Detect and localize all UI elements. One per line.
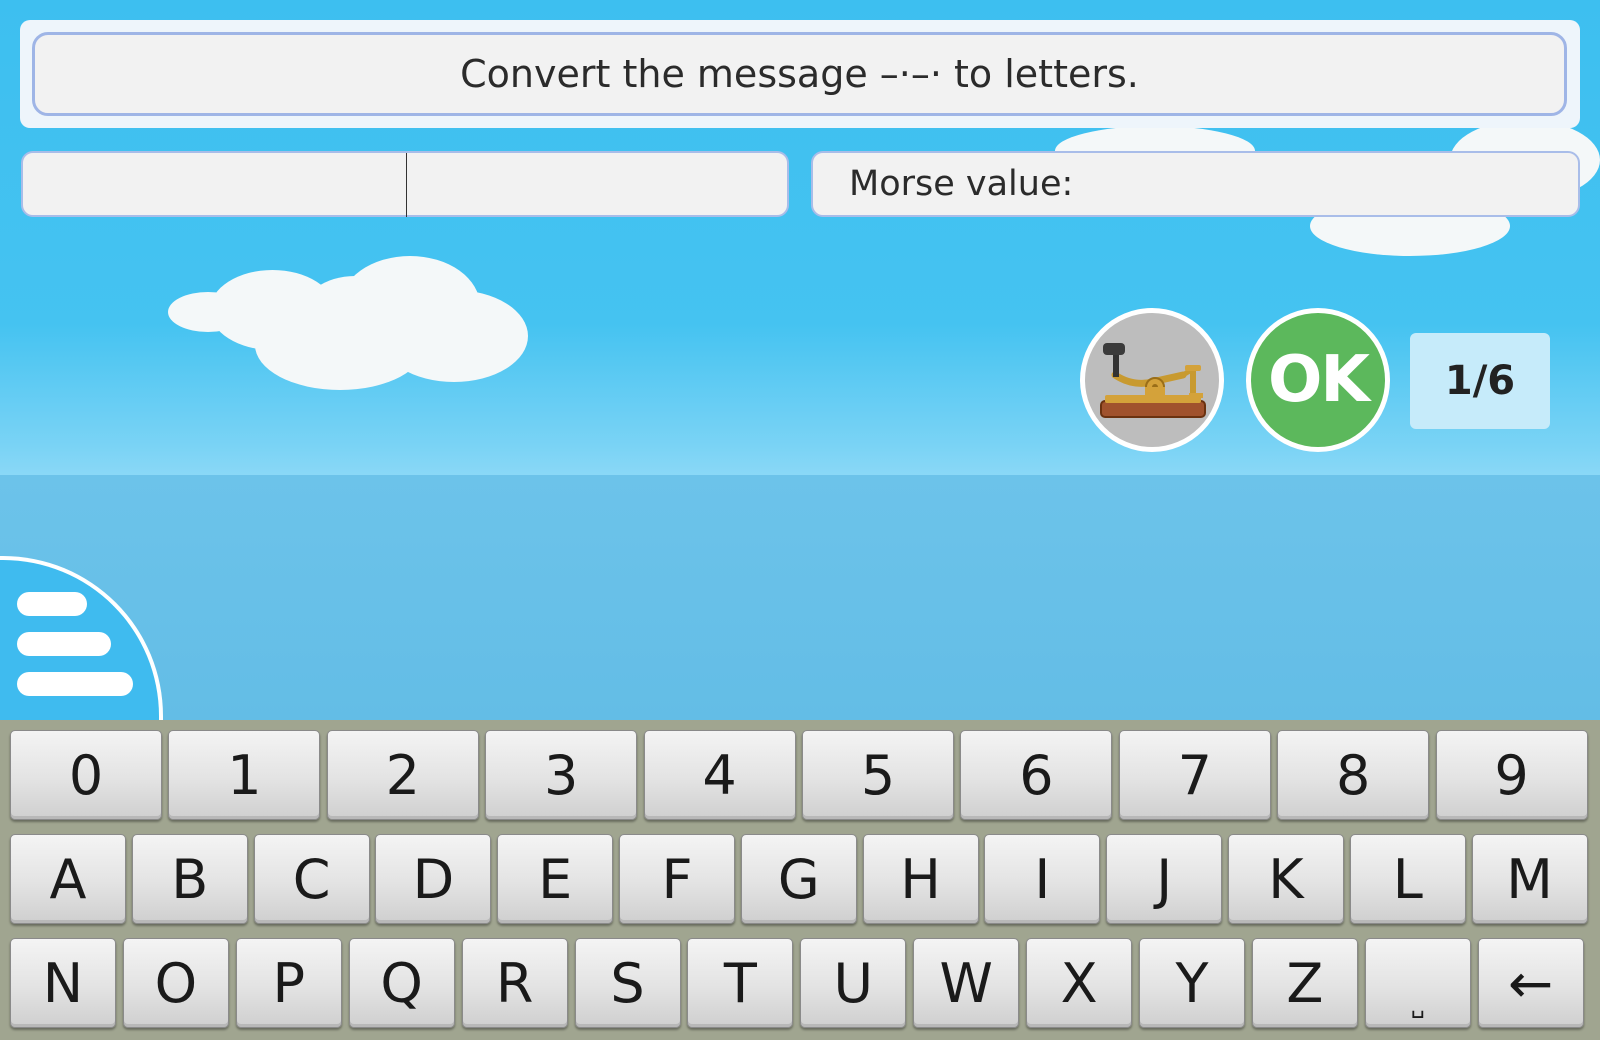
key-s[interactable]: S xyxy=(574,938,681,1028)
question-text: Convert the message –·–· to letters. xyxy=(32,32,1567,116)
key-e[interactable]: E xyxy=(497,834,614,924)
key-d[interactable]: D xyxy=(375,834,492,924)
backspace-key[interactable]: ← xyxy=(1477,938,1584,1028)
key-b[interactable]: B xyxy=(131,834,248,924)
key-x[interactable]: X xyxy=(1026,938,1133,1028)
telegraph-key-icon xyxy=(1100,343,1206,418)
ok-button[interactable]: OK xyxy=(1246,308,1390,452)
key-g[interactable]: G xyxy=(740,834,857,924)
morse-value-label: Morse value: xyxy=(849,164,1074,204)
key-0[interactable]: 0 xyxy=(10,730,162,820)
key-6[interactable]: 6 xyxy=(960,730,1113,820)
key-m[interactable]: M xyxy=(1471,834,1588,924)
key-c[interactable]: C xyxy=(253,834,370,924)
progress-counter: 1/6 xyxy=(1410,333,1550,429)
morse-value-display: Morse value: xyxy=(811,151,1580,217)
key-4[interactable]: 4 xyxy=(643,730,796,820)
key-5[interactable]: 5 xyxy=(802,730,954,820)
key-2[interactable]: 2 xyxy=(326,730,479,820)
key-i[interactable]: I xyxy=(984,834,1101,924)
key-f[interactable]: F xyxy=(619,834,735,924)
key-k[interactable]: K xyxy=(1228,834,1344,924)
key-q[interactable]: Q xyxy=(348,938,455,1028)
on-screen-keyboard: 0123456789 ABCDEFGHIJKLM N O P Q R S T U W X Y Z ␣ ← xyxy=(0,720,1600,1040)
key-a[interactable]: A xyxy=(10,834,126,924)
key-7[interactable]: 7 xyxy=(1118,730,1271,820)
key-r[interactable]: R xyxy=(461,938,568,1028)
space-key[interactable]: ␣ xyxy=(1364,938,1471,1028)
key-8[interactable]: 8 xyxy=(1277,730,1430,820)
telegraph-key-button[interactable] xyxy=(1080,308,1224,452)
ok-label: OK xyxy=(1251,313,1385,447)
key-p[interactable]: P xyxy=(235,938,342,1028)
key-w[interactable]: W xyxy=(913,938,1020,1028)
key-u[interactable]: U xyxy=(800,938,907,1028)
answer-input[interactable] xyxy=(21,151,789,217)
key-z[interactable]: Z xyxy=(1251,938,1358,1028)
key-o[interactable]: O xyxy=(122,938,229,1028)
key-9[interactable]: 9 xyxy=(1435,730,1588,820)
key-j[interactable]: J xyxy=(1106,834,1223,924)
key-n[interactable]: N xyxy=(10,938,116,1028)
key-t[interactable]: T xyxy=(687,938,794,1028)
key-1[interactable]: 1 xyxy=(168,730,321,820)
key-3[interactable]: 3 xyxy=(485,730,638,820)
key-l[interactable]: L xyxy=(1349,834,1466,924)
key-h[interactable]: H xyxy=(862,834,979,924)
key-y[interactable]: Y xyxy=(1139,938,1245,1028)
text-cursor xyxy=(406,153,407,217)
